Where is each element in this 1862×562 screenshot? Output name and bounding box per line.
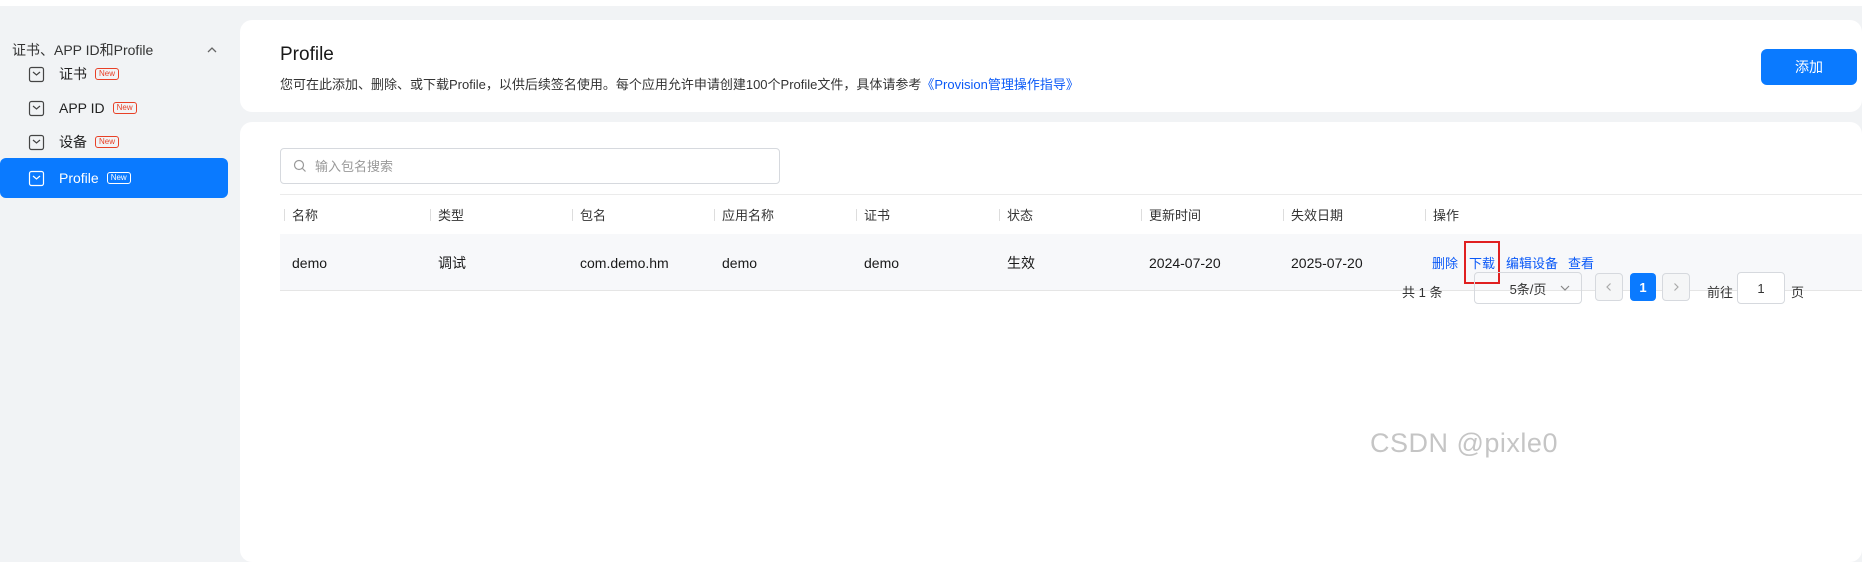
pagination: 共 1 条 5条/页 1 前往 页 (240, 272, 1862, 312)
search-icon (293, 159, 307, 173)
column-header-app-name: 应用名称 (710, 195, 774, 235)
new-badge: New (112, 102, 137, 114)
delete-link[interactable]: 删除 (1432, 253, 1458, 272)
chevron-down-icon (1559, 282, 1571, 294)
prev-page-button[interactable] (1595, 273, 1623, 301)
new-badge: New (95, 136, 120, 148)
chevron-right-icon (1671, 282, 1681, 292)
total-count: 共 1 条 (1402, 285, 1443, 300)
document-icon (28, 170, 45, 187)
add-button[interactable]: 添加 (1761, 49, 1857, 85)
search-input[interactable] (315, 158, 755, 174)
search-box[interactable] (280, 148, 780, 184)
column-header-package: 包名 (568, 195, 606, 235)
new-badge: New (106, 172, 131, 184)
page-size-value: 5条/页 (1509, 281, 1547, 297)
view-link[interactable]: 查看 (1568, 253, 1594, 272)
sidebar: 证书、APP ID和Profile 证书 New APP ID New 设备 N… (0, 20, 240, 562)
column-header-name: 名称 (280, 195, 318, 235)
next-page-button[interactable] (1662, 273, 1690, 301)
sidebar-item-label: APP ID (59, 100, 105, 116)
profile-table: 名称 类型 包名 应用名称 证书 状态 更新时间 失效日期 操作 demo 调试… (280, 194, 1862, 291)
goto-label: 前往 (1707, 285, 1734, 300)
sidebar-item-profile[interactable]: Profile New (0, 158, 228, 198)
new-badge: New (95, 68, 120, 80)
page-size-select[interactable]: 5条/页 (1474, 272, 1582, 304)
column-header-status: 状态 (995, 195, 1033, 235)
column-header-certificate: 证书 (852, 195, 890, 235)
edit-devices-link[interactable]: 编辑设备 (1506, 253, 1558, 272)
sidebar-item-label: 证书 (59, 66, 87, 82)
column-header-updated: 更新时间 (1137, 195, 1201, 235)
description-text: 您可在此添加、删除、或下载Profile，以供后续签名使用。每个应用允许申请创建… (280, 77, 922, 92)
sidebar-item-label: Profile (59, 170, 99, 186)
goto-page-input[interactable] (1737, 272, 1785, 304)
sidebar-item-label: 设备 (59, 134, 87, 150)
document-icon (28, 134, 45, 151)
watermark: CSDN @pixle0 (1370, 428, 1558, 458)
chevron-left-icon (1604, 282, 1614, 292)
page-suffix-label: 页 (1791, 285, 1805, 300)
document-icon (28, 66, 45, 83)
page-header: Profile 您可在此添加、删除、或下载Profile，以供后续签名使用。每个… (240, 20, 1862, 112)
table-header: 名称 类型 包名 应用名称 证书 状态 更新时间 失效日期 操作 (280, 194, 1862, 234)
column-header-actions: 操作 (1421, 195, 1459, 235)
page-number-current[interactable]: 1 (1630, 273, 1656, 301)
provision-guide-link[interactable]: 《Provision管理操作指导》 (921, 77, 1078, 92)
profile-list-panel: 名称 类型 包名 应用名称 证书 状态 更新时间 失效日期 操作 demo 调试… (240, 122, 1862, 562)
sidebar-item-device[interactable]: 设备 New (0, 122, 228, 162)
document-icon (28, 100, 45, 117)
page-description: 您可在此添加、删除、或下载Profile，以供后续签名使用。每个应用允许申请创建… (280, 74, 1079, 93)
column-header-type: 类型 (426, 195, 464, 235)
column-header-expires: 失效日期 (1279, 195, 1343, 235)
page-title: Profile (280, 44, 334, 65)
top-bar (0, 0, 1862, 6)
